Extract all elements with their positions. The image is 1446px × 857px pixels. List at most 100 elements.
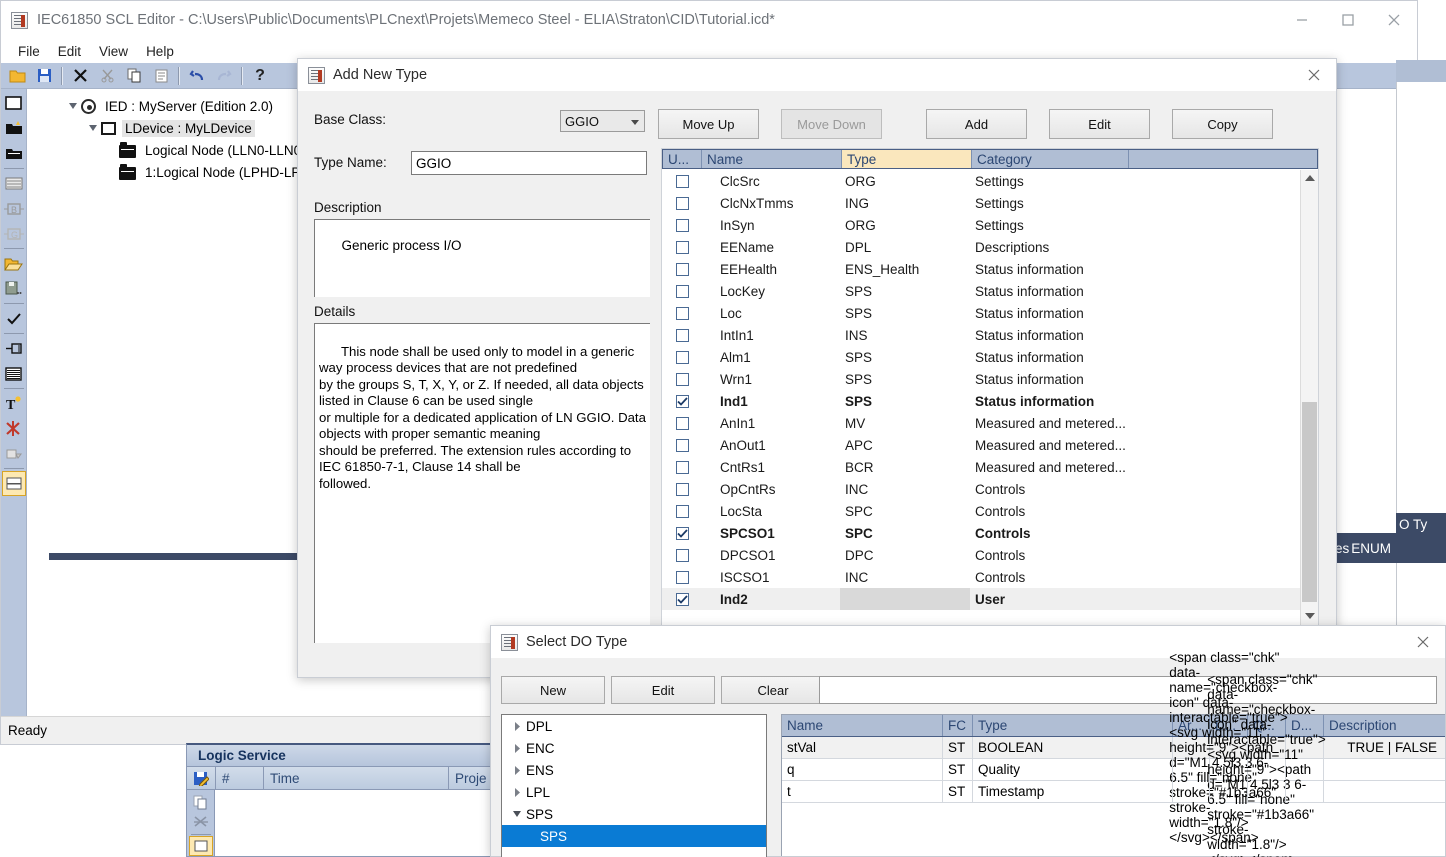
maximize-button[interactable] xyxy=(1325,1,1371,39)
do-attribute-grid-body[interactable]: stValSTBOOLEAN<span class="chk" data-nam… xyxy=(782,650,1445,857)
do-list-scrollbar[interactable] xyxy=(1300,170,1318,625)
checkbox-icon[interactable] xyxy=(676,218,689,232)
table-row[interactable]: SPCSO1 SPC Controls xyxy=(662,522,1300,544)
row-used-checkbox[interactable] xyxy=(662,434,700,456)
row-used-checkbox[interactable] xyxy=(662,324,700,346)
table-row[interactable]: t ST Timestamp xyxy=(782,781,1445,803)
checkbox-icon[interactable] xyxy=(676,240,689,254)
checkbox-icon[interactable] xyxy=(676,416,689,430)
checkbox-icon[interactable] xyxy=(676,592,689,606)
do-list-grid-body[interactable]: ClcSrc ORG Settings ClcNxTmms ING Settings InS… xyxy=(662,170,1300,625)
export-icon[interactable] xyxy=(2,441,26,466)
table-row[interactable]: q STQuality <span class="chk" data-name="c… xyxy=(782,672,1445,857)
clear-button[interactable]: Clear xyxy=(721,676,825,704)
row-used-checkbox[interactable] xyxy=(662,522,700,544)
checkbox-icon[interactable] xyxy=(676,350,689,364)
checkbox-icon[interactable] xyxy=(676,438,689,452)
folder-icon[interactable] xyxy=(2,141,26,166)
checkbox-icon[interactable] xyxy=(676,372,689,386)
row-used-checkbox[interactable] xyxy=(662,390,700,412)
checkbox-icon[interactable] xyxy=(676,306,689,320)
checkbox-icon[interactable] xyxy=(676,174,689,188)
list-icon[interactable] xyxy=(2,171,26,196)
grid-col-name[interactable]: Name xyxy=(701,150,841,168)
grid-col-used[interactable]: U... xyxy=(663,150,701,168)
copy-log-icon[interactable] xyxy=(189,793,213,812)
table-row[interactable]: InSyn ORG Settings xyxy=(662,214,1300,236)
checkbox-icon[interactable] xyxy=(676,284,689,298)
table-row[interactable]: Alm1 SPS Status information xyxy=(662,346,1300,368)
checkbox-icon[interactable] xyxy=(676,504,689,518)
expander-down-icon[interactable] xyxy=(65,102,81,111)
menu-view[interactable]: View xyxy=(90,42,137,61)
grid-col-type[interactable]: Type xyxy=(841,150,971,168)
connect-icon[interactable] xyxy=(2,336,26,361)
clear-log-icon[interactable] xyxy=(189,812,213,831)
save-icon[interactable] xyxy=(31,64,57,88)
select-do-type-close-button[interactable] xyxy=(1401,626,1445,658)
table-row[interactable]: CntRs1 BCR Measured and metered... xyxy=(662,456,1300,478)
open-project-icon[interactable] xyxy=(2,251,26,276)
table-row[interactable]: Ind2 User xyxy=(662,588,1300,610)
table-row[interactable]: AnIn1 MV Measured and metered... xyxy=(662,412,1300,434)
table-row[interactable]: Wrn1 SPS Status information xyxy=(662,368,1300,390)
row-used-checkbox[interactable] xyxy=(662,456,700,478)
checkbox-icon[interactable] xyxy=(676,460,689,474)
do-tree-item-ens[interactable]: ENS xyxy=(502,759,766,781)
do-tree-item-lpl[interactable]: LPL xyxy=(502,781,766,803)
log-panel-icon[interactable] xyxy=(188,836,213,856)
row-used-checkbox[interactable] xyxy=(662,258,700,280)
row-used-checkbox[interactable] xyxy=(662,192,700,214)
dataset-icon[interactable] xyxy=(2,361,26,386)
add-button[interactable]: Add xyxy=(926,109,1027,139)
table-row[interactable]: AnOut1 APC Measured and metered... xyxy=(662,434,1300,456)
help-icon[interactable]: ? xyxy=(247,64,273,88)
type-name-input[interactable] xyxy=(411,151,647,175)
chevron-down-icon[interactable] xyxy=(508,810,526,818)
menu-help[interactable]: Help xyxy=(137,42,183,61)
table-row[interactable]: DPCSO1 DPC Controls xyxy=(662,544,1300,566)
table-row[interactable]: Loc SPS Status information xyxy=(662,302,1300,324)
row-used-checkbox[interactable] xyxy=(662,236,700,258)
chevron-right-icon[interactable] xyxy=(508,743,526,753)
copy-button[interactable]: Copy xyxy=(1172,109,1273,139)
logic-col-time[interactable]: Time xyxy=(263,766,448,790)
table-row[interactable]: ClcSrc ORG Settings xyxy=(662,170,1300,192)
expander-down-icon-2[interactable] xyxy=(85,124,101,133)
row-used-checkbox[interactable] xyxy=(662,566,700,588)
row-used-checkbox[interactable] xyxy=(662,170,700,192)
description-textarea[interactable]: Generic process I/O xyxy=(314,219,650,297)
scroll-up-icon[interactable] xyxy=(1301,170,1318,187)
menu-edit[interactable]: Edit xyxy=(49,42,90,61)
row-used-checkbox[interactable] xyxy=(662,368,700,390)
new-button[interactable]: New xyxy=(501,676,605,704)
table-row[interactable]: stValSTBOOLEAN<span class="chk" data-nam… xyxy=(782,650,1445,845)
table-row[interactable]: Ind1 SPS Status information xyxy=(662,390,1300,412)
move-up-button[interactable]: Move Up xyxy=(658,109,759,139)
save-as-icon[interactable] xyxy=(2,276,26,301)
panel-icon[interactable] xyxy=(1,471,26,496)
row-used-checkbox[interactable] xyxy=(662,346,700,368)
row-used-checkbox[interactable] xyxy=(662,588,700,610)
bay-icon[interactable]: B xyxy=(2,196,26,221)
menu-file[interactable]: File xyxy=(9,42,49,61)
do-col-name[interactable]: Name xyxy=(782,715,942,736)
table-row[interactable]: EEHealth ENS_Health Status information xyxy=(662,258,1300,280)
row-used-checkbox[interactable] xyxy=(662,544,700,566)
table-row[interactable]: ClcNxTmms ING Settings xyxy=(662,192,1300,214)
new-folder-icon[interactable] xyxy=(2,116,26,141)
validate-icon[interactable] xyxy=(2,306,26,331)
do-tree-item-dpl[interactable]: DPL xyxy=(502,715,766,737)
table-row[interactable]: LocSta SPC Controls xyxy=(662,500,1300,522)
table-row[interactable]: LocKey SPS Status information xyxy=(662,280,1300,302)
chevron-right-icon[interactable] xyxy=(508,721,526,731)
checkbox-icon[interactable] xyxy=(676,482,689,496)
row-used-checkbox[interactable] xyxy=(662,500,700,522)
do-tree-item-enc[interactable]: ENC xyxy=(502,737,766,759)
do-tree-item-sps[interactable]: SPS xyxy=(502,803,766,825)
scroll-down-icon[interactable] xyxy=(1301,608,1318,625)
row-used-checkbox[interactable] xyxy=(662,214,700,236)
open-folder-icon[interactable] xyxy=(4,64,30,88)
do-col-type[interactable]: Type xyxy=(972,715,1172,736)
new-document-icon[interactable] xyxy=(2,91,26,116)
